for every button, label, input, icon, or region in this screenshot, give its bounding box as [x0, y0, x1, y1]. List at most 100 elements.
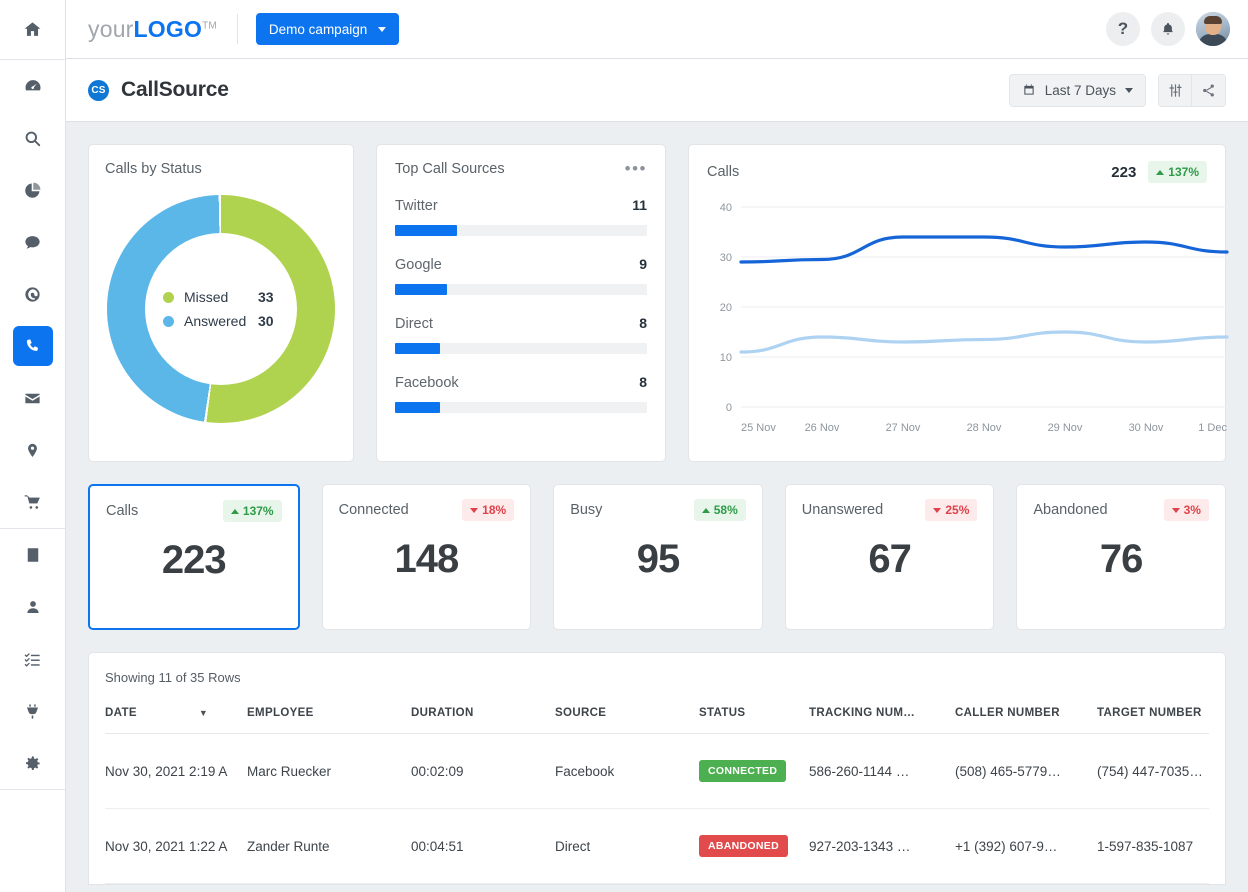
table-row[interactable]: Nov 30, 2021 1:22 A Zander Runte 00:04:51 D… — [105, 808, 1209, 884]
kpi-delta-value: 58% — [713, 503, 738, 517]
sidebar-item-documents[interactable] — [13, 535, 53, 575]
legend-color-dot — [163, 315, 174, 327]
source-label: Direct — [395, 316, 433, 332]
source-item: Google 9 — [395, 256, 647, 295]
sidebar-item-tasks[interactable] — [13, 639, 53, 679]
x-tick-label: 25 Nov — [741, 422, 776, 434]
kpi-label: Abandoned — [1033, 502, 1108, 518]
person-icon — [26, 601, 39, 613]
kpi-label: Calls — [106, 503, 139, 519]
sidebar-item-integrations[interactable] — [13, 691, 53, 731]
kpi-delta-badge: 25% — [925, 499, 978, 521]
line-chart-svg: 0 10 20 30 40 25 Nov 26 Nov 27 Nov 28 Nov 29 Nov 3… — [720, 202, 1229, 434]
kpi-row: Calls 137% 223 Connected 18% 148 Busy 58… — [88, 484, 1226, 630]
source-row: Direct 8 — [395, 315, 647, 332]
status-badge: CONNECTED — [699, 760, 787, 782]
sidebar-item-commerce[interactable] — [13, 482, 53, 522]
table-row[interactable]: Nov 30, 2021 2:19 A Marc Ruecker 00:02:09 F… — [105, 733, 1209, 809]
kpi-label: Busy — [570, 502, 603, 518]
sidebar-item-dashboard[interactable] — [13, 66, 53, 106]
kpi-header: Calls 137% — [106, 500, 282, 522]
cell-tracking-number: 927-203-1343 … — [809, 808, 955, 884]
page-title: CallSource — [121, 78, 229, 101]
cell-source: Facebook — [555, 733, 699, 809]
legend-item: Missed 33 — [163, 289, 297, 305]
sidebar-item-search[interactable] — [13, 118, 53, 158]
bell-icon — [1163, 23, 1173, 35]
notifications-button[interactable] — [1151, 12, 1185, 46]
top-call-sources-title: Top Call Sources — [395, 161, 505, 177]
kpi-value: 148 — [394, 537, 460, 581]
source-label: Google — [395, 257, 442, 273]
sidebar-item-calls[interactable] — [12, 326, 53, 366]
calls-delta-value: 137% — [1168, 165, 1199, 179]
sidebar-item-reports[interactable] — [13, 170, 53, 210]
header-icon-group — [1158, 73, 1226, 107]
avatar[interactable] — [1196, 12, 1230, 46]
source-bar-fill — [395, 284, 447, 295]
sources-list: Twitter 11 Google 9 Direct 8 Facebook 8 — [395, 197, 647, 413]
table-header-target-number[interactable]: TARGET NUMBER — [1097, 685, 1209, 734]
kpi-card-abandoned[interactable]: Abandoned 3% 76 — [1016, 484, 1226, 630]
campaign-selector[interactable]: Demo campaign — [255, 13, 400, 45]
source-bar-track — [395, 284, 647, 295]
donut-legend: Missed 33 Answered 30 — [145, 233, 297, 385]
logo-prefix: your — [88, 15, 134, 42]
share-button[interactable] — [1192, 74, 1225, 106]
brand-logo[interactable]: yourLOGOTM — [88, 16, 217, 43]
kpi-delta-value: 18% — [482, 503, 507, 517]
speedometer-icon — [25, 80, 40, 91]
envelope-icon — [25, 393, 40, 403]
calls-delta-badge: 137% — [1148, 161, 1207, 183]
kpi-value: 223 — [161, 538, 227, 582]
table-header-caller-number[interactable]: CALLER NUMBER — [955, 685, 1097, 734]
sidebar-item-targeting[interactable] — [13, 274, 53, 314]
sidebar-item-contacts[interactable] — [13, 587, 53, 627]
y-tick-label: 0 — [726, 402, 732, 414]
source-item: Direct 8 — [395, 315, 647, 354]
chevron-down-icon — [378, 26, 387, 32]
table-header-employee[interactable]: EMPLOYEE — [247, 685, 411, 734]
kpi-card-unanswered[interactable]: Unanswered 25% 67 — [784, 484, 995, 630]
x-tick-label: 28 Nov — [967, 422, 1002, 434]
kpi-delta-value: 137% — [242, 504, 274, 518]
sidebar-item-settings[interactable] — [13, 743, 53, 783]
table-header-date[interactable]: DATE ▼ — [105, 685, 247, 734]
sidebar-item-messages[interactable] — [13, 222, 53, 262]
table-header-tracking-num[interactable]: TRACKING NUM… — [809, 685, 955, 734]
y-tick-label: 20 — [720, 302, 732, 314]
date-range-picker[interactable]: Last 7 Days — [1008, 73, 1146, 107]
series-line — [739, 330, 1229, 354]
source-bar-fill — [395, 402, 441, 413]
help-button[interactable]: ? — [1106, 12, 1140, 46]
calls-table-card: Showing 11 of 35 Rows DATE ▼ EMPLOYEE DURAT… — [88, 652, 1226, 885]
kpi-card-busy[interactable]: Busy 58% 95 — [553, 484, 763, 630]
main-column: yourLOGOTM Demo campaign ? CS CallSource… — [66, 0, 1248, 892]
cell-duration: 00:04:51 — [411, 808, 555, 884]
chat-bubble-icon — [25, 235, 40, 249]
source-item: Twitter 11 — [395, 197, 647, 236]
line-chart: 0 10 20 30 40 25 Nov 26 Nov 27 Nov 28 Nov 29 Nov 3… — [707, 193, 1229, 443]
arrow-up-icon — [230, 508, 239, 514]
source-label: Twitter — [395, 198, 438, 214]
cell-target-number: 1-597-835-1087 — [1097, 808, 1209, 884]
cell-status: ABANDONED — [699, 808, 809, 884]
cell-caller-number: +1 (392) 607-9… — [955, 808, 1097, 884]
donut-chart: Missed 33 Answered 30 — [107, 195, 335, 423]
table-header-source[interactable]: SOURCE — [555, 685, 699, 734]
table-header-status[interactable]: STATUS — [699, 685, 809, 734]
source-bar-track — [395, 402, 647, 413]
filter-settings-button[interactable] — [1159, 74, 1192, 106]
kpi-card-connected[interactable]: Connected 18% 148 — [321, 484, 532, 630]
source-bar-fill — [395, 343, 441, 354]
sidebar-item-locations[interactable] — [13, 430, 53, 470]
table-header-duration[interactable]: DURATION — [411, 685, 555, 734]
cell-duration: 00:02:09 — [411, 733, 555, 809]
cell-employee: Marc Ruecker — [247, 733, 411, 809]
ellipsis-icon[interactable]: ••• — [625, 160, 647, 177]
kpi-card-calls[interactable]: Calls 137% 223 — [88, 484, 300, 630]
x-tick-label: 27 Nov — [886, 422, 921, 434]
sidebar-item-email[interactable] — [13, 378, 53, 418]
sidebar-item-home[interactable] — [13, 9, 53, 49]
logo-trademark: TM — [202, 19, 217, 31]
